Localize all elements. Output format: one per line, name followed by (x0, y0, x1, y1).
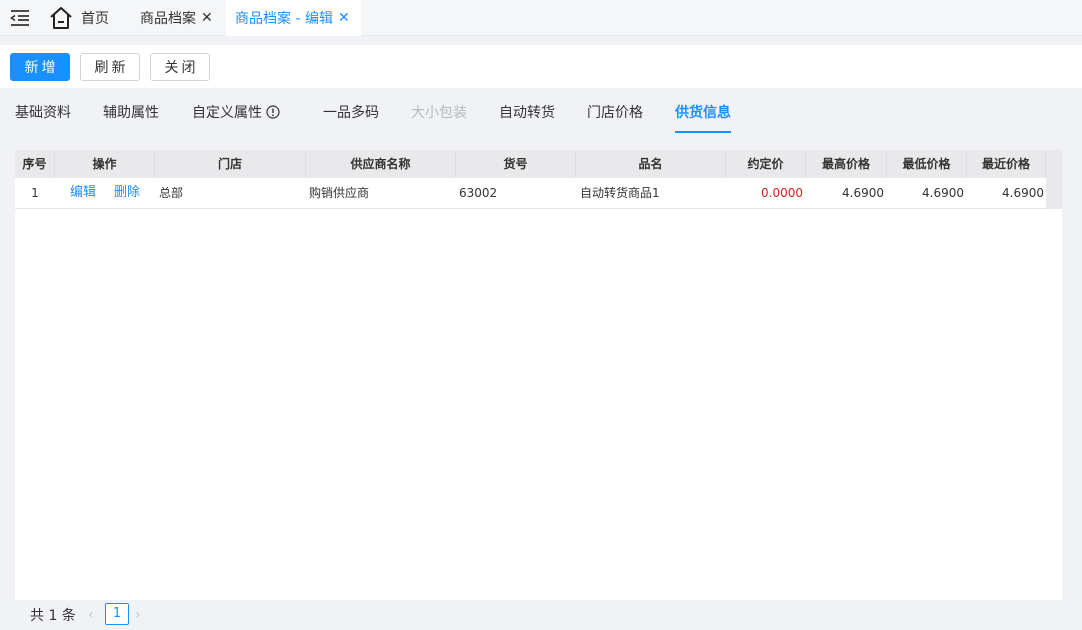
cell-agreed-price: 0.0000 (761, 186, 803, 200)
col-header-supplier[interactable]: 供应商名称 (306, 150, 456, 178)
tab-home[interactable]: 首页 (48, 0, 109, 36)
tab-custom-attributes-label: 自定义属性 (192, 105, 262, 121)
detail-tabs: 基础资料 辅助属性 自定义属性 一品多码 大小包装 自动转货 门店价格 供货信息 (0, 88, 1082, 138)
tab-store-price[interactable]: 门店价格 (587, 102, 643, 122)
add-button[interactable]: 新增 (10, 53, 70, 81)
cell-recent-price: 4.6900 (1002, 186, 1044, 200)
pagination: 共 1 条 ‹ 1 › (0, 600, 1082, 630)
tab-basic-info[interactable]: 基础资料 (15, 102, 71, 122)
supply-info-table: 序号 操作 门店 供应商名称 货号 品名 约定价 最高价格 最低价格 最近价格 … (15, 150, 1062, 600)
delete-link[interactable]: 删除 (114, 178, 140, 208)
chevron-left-icon[interactable]: ‹ (88, 607, 94, 623)
col-header-min-price[interactable]: 最低价格 (887, 150, 967, 178)
scrollbar-gutter (1046, 150, 1062, 209)
col-header-op: 操作 (55, 150, 155, 178)
col-header-agreed-price[interactable]: 约定价 (726, 150, 806, 178)
cell-supplier: 购销供应商 (309, 186, 370, 200)
tab-product-archive-edit[interactable]: 商品档案 - 编辑 ✕ (226, 0, 361, 36)
close-icon[interactable]: ✕ (338, 11, 350, 25)
cell-max-price: 4.6900 (842, 186, 884, 200)
cell-store: 总部 (159, 186, 184, 200)
cell-seq: 1 (31, 186, 39, 200)
toolbar: 新增 刷新 关闭 (0, 45, 1082, 88)
tab-product-archive-label: 商品档案 (140, 11, 196, 27)
close-button[interactable]: 关闭 (150, 53, 210, 81)
home-icon (50, 7, 72, 29)
total-count: 共 1 条 (30, 608, 76, 624)
active-tab-indicator (675, 131, 731, 133)
table-row[interactable]: 1 编辑 删除 总部 购销供应商 63002 自动转货商品1 0.0000 4.… (15, 178, 1046, 209)
close-icon[interactable]: ✕ (201, 11, 213, 25)
col-header-name[interactable]: 品名 (576, 150, 726, 178)
col-header-recent-price[interactable]: 最近价格 (967, 150, 1046, 178)
col-header-sku[interactable]: 货号 (456, 150, 576, 178)
tab-package-size: 大小包装 (411, 105, 467, 121)
tab-auto-transfer[interactable]: 自动转货 (499, 102, 555, 122)
col-header-store[interactable]: 门店 (155, 150, 306, 178)
info-icon[interactable] (266, 105, 280, 119)
tab-supply-info[interactable]: 供货信息 (675, 102, 731, 122)
col-header-max-price[interactable]: 最高价格 (806, 150, 887, 178)
tab-home-label: 首页 (81, 11, 109, 27)
tab-product-archive[interactable]: 商品档案 ✕ (140, 0, 213, 36)
tab-custom-attributes[interactable]: 自定义属性 (192, 102, 280, 122)
col-header-seq: 序号 (15, 150, 55, 178)
tab-aux-attributes[interactable]: 辅助属性 (103, 102, 159, 122)
cell-sku: 63002 (459, 186, 498, 200)
cell-min-price: 4.6900 (922, 186, 964, 200)
edit-link[interactable]: 编辑 (70, 178, 96, 208)
page-number-current[interactable]: 1 (105, 603, 129, 625)
refresh-button[interactable]: 刷新 (80, 53, 140, 81)
tab-product-archive-edit-label: 商品档案 - 编辑 (235, 11, 333, 27)
top-tab-bar: 首页 商品档案 ✕ 商品档案 - 编辑 ✕ (0, 0, 1082, 36)
cell-name: 自动转货商品1 (580, 186, 660, 200)
table-header: 序号 操作 门店 供应商名称 货号 品名 约定价 最高价格 最低价格 最近价格 (15, 150, 1062, 178)
chevron-right-icon[interactable]: › (135, 607, 141, 623)
tab-multi-barcode[interactable]: 一品多码 (323, 102, 379, 122)
menu-collapse-icon[interactable] (10, 9, 30, 27)
